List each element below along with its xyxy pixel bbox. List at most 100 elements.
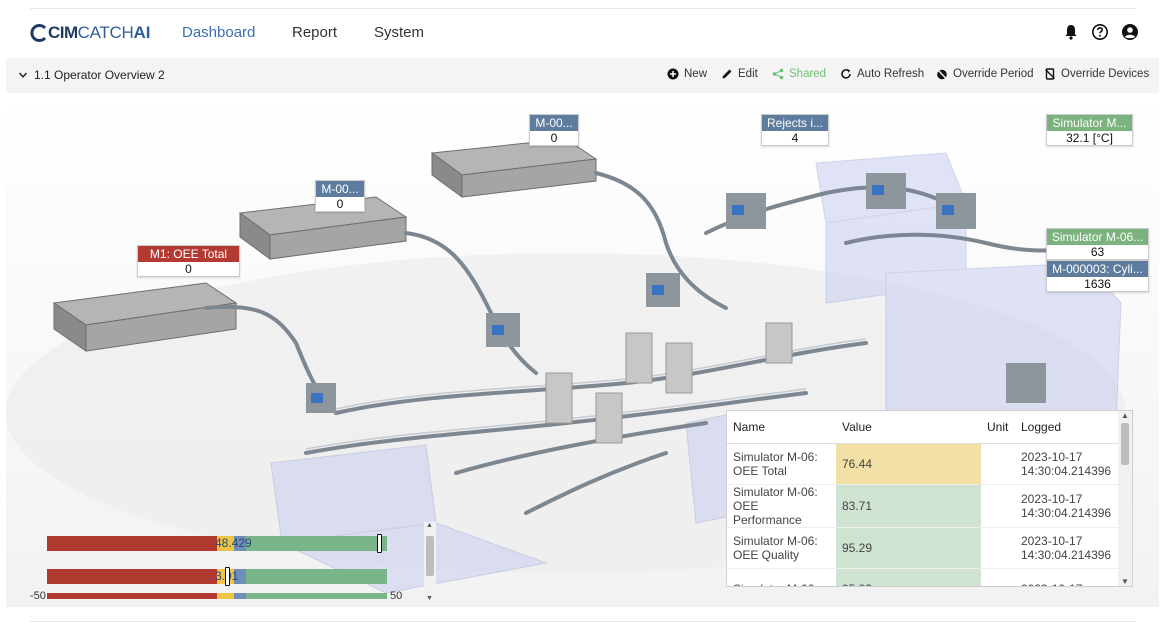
auto-refresh-label: Auto Refresh (857, 68, 925, 80)
override-devices-label: Override Devices (1061, 68, 1150, 80)
device-off-icon (1045, 68, 1055, 80)
tag-title: M-00... (530, 115, 578, 131)
column-header-name[interactable]: Name (727, 411, 836, 444)
cell-text: OEE Performance (733, 498, 802, 527)
cell-unit (981, 527, 1015, 569)
tag-m00-a[interactable]: M-00... 0 (315, 180, 365, 212)
top-divider (30, 8, 1135, 9)
scroll-up-icon[interactable]: ▲ (1121, 411, 1129, 420)
column-header-unit[interactable]: Unit (981, 411, 1015, 444)
auto-refresh-button[interactable]: Auto Refresh (840, 68, 924, 80)
tag-title: Simulator M... (1047, 115, 1132, 131)
gauge-max-label: 50 (390, 590, 403, 602)
column-header-value[interactable]: Value (836, 411, 981, 444)
help-icon[interactable] (1091, 23, 1109, 41)
account-icon[interactable] (1121, 23, 1139, 41)
override-devices-button[interactable]: Override Devices (1044, 68, 1149, 80)
cell-name: Simulator M-06: OEE Total (727, 443, 836, 485)
tag-value: 4 (791, 131, 799, 145)
override-period-button[interactable]: Override Period (936, 68, 1034, 80)
scroll-down-icon[interactable]: ▼ (426, 595, 433, 602)
gauge-bar-2: 3.01 (47, 567, 387, 586)
scrollbar-thumb[interactable] (1121, 423, 1129, 465)
cell-text: 2023-10-17 (1021, 582, 1082, 587)
table-row[interactable]: Simulator M-06: OEE Performance 83.71 2023-… (727, 484, 1119, 528)
new-button[interactable]: New (667, 68, 707, 80)
table-scrollbar[interactable]: ▲ ▼ (1118, 411, 1132, 586)
cell-text: 95.29 (842, 540, 873, 555)
edit-label: Edit (738, 68, 758, 80)
app-logo[interactable]: CIM CATCH AI (30, 22, 150, 44)
cell-unit (981, 443, 1015, 485)
gauge-high-zone (234, 593, 387, 599)
tag-value: 0 (336, 197, 344, 211)
nav-dashboard[interactable]: Dashboard (182, 24, 255, 41)
cell-text: Simulator M-06: (733, 449, 818, 464)
edit-button[interactable]: Edit (721, 68, 758, 80)
tag-title: M1: OEE Total (138, 246, 239, 262)
cell-text: 14:30:04.214396 (1021, 505, 1112, 520)
cell-text: 2023-10-17 (1021, 491, 1083, 506)
tag-m00-b[interactable]: M-00... 0 (529, 114, 579, 146)
gauge-low-zone (47, 536, 217, 551)
logo-text-catch: CATCH (77, 23, 134, 42)
tag-simulator-temp[interactable]: Simulator M... 32.1 [°C] (1046, 114, 1133, 146)
gauge-mid-zone (217, 593, 234, 599)
cell-unit (981, 568, 1015, 586)
bell-icon[interactable] (1062, 23, 1080, 41)
tag-title: M-000003: Cyli... (1047, 261, 1148, 277)
cell-name: Simulator M-06: OEE Performance (727, 484, 836, 528)
refresh-icon (841, 69, 851, 79)
scrollbar-thumb[interactable] (426, 536, 434, 576)
tag-rejects[interactable]: Rejects i... 4 (761, 114, 829, 146)
logo-mark-icon (30, 24, 47, 42)
tag-oee-total[interactable]: M1: OEE Total 0 (137, 245, 240, 277)
gauge-high-zone (234, 569, 387, 584)
override-period-label: Override Period (953, 68, 1034, 80)
data-table-panel: Name Value Unit Logged Simulator M-06: OE… (726, 410, 1133, 587)
cell-name: Simulator M-06: OEE Quality (727, 527, 836, 569)
tag-value: 1636 (1084, 277, 1111, 291)
gauge-bar-3 (47, 593, 387, 599)
scroll-up-icon[interactable]: ▲ (426, 522, 433, 529)
nav-report[interactable]: Report (292, 24, 337, 41)
data-table: Name Value Unit Logged Simulator M-06: OE… (727, 411, 1119, 587)
cell-text: 83.71 (842, 498, 873, 513)
new-label: New (684, 68, 708, 80)
cell-logged: 2023-10-17 14:30:04.214396 (1015, 443, 1119, 485)
logo-text-cim: CIM (48, 23, 78, 42)
top-navigation: CIM CATCH AI Dashboard Report System (0, 0, 1165, 58)
tag-m000003-cylinder[interactable]: M-000003: Cyli... 1636 (1046, 260, 1149, 292)
gauge-scrollbar[interactable]: ▲ ▼ (424, 522, 436, 602)
cell-text: 76.44 (842, 456, 873, 471)
scroll-down-icon[interactable]: ▼ (1121, 577, 1129, 586)
gauge-high-zone (234, 536, 387, 551)
cell-text: 95.83 (842, 582, 872, 587)
cell-text: 14:30:04.214396 (1021, 547, 1112, 562)
table-row[interactable]: Simulator M-06: OEE Quality 95.29 2023-10-1… (727, 527, 1119, 569)
cell-text: Simulator M-06: (733, 484, 818, 499)
table-row[interactable]: Simulator M-06: 95.83 2023-10-17 (727, 568, 1119, 587)
shared-button[interactable]: Shared (772, 68, 826, 80)
gauge-panel: 48.429 3.01 -50 50 ▲ ▼ (30, 520, 440, 606)
column-header-logged[interactable]: Logged (1015, 411, 1119, 444)
cell-text: 14:30:04.214396 (1021, 463, 1112, 478)
table-row[interactable]: Simulator M-06: OEE Total 76.44 2023-10-17 1… (727, 443, 1119, 485)
cell-unit (981, 484, 1015, 528)
cell-text: 2023-10-17 (1021, 449, 1083, 464)
cell-value: 76.44 (836, 443, 981, 485)
gauge-marker[interactable] (377, 534, 382, 553)
gauge-low-zone (47, 569, 217, 584)
cell-logged: 2023-10-17 14:30:04.214396 (1015, 527, 1119, 569)
gauge-value-label: 48.429 (215, 536, 252, 550)
dashboard-selector[interactable]: 1.1 Operator Overview 2 (18, 68, 165, 82)
cell-text: OEE Total (733, 463, 787, 478)
cell-name: Simulator M-06: (727, 568, 836, 587)
cell-logged: 2023-10-17 14:30:04.214396 (1015, 484, 1119, 528)
gauge-marker[interactable] (225, 567, 231, 586)
cell-text: Simulator M-06: (733, 533, 818, 548)
tag-simulator-m06[interactable]: Simulator M-06... 63 (1046, 228, 1149, 260)
cell-text: Simulator M-06: (733, 582, 818, 587)
nav-system[interactable]: System (374, 24, 424, 41)
dashboard-title: 1.1 Operator Overview 2 (34, 68, 165, 82)
